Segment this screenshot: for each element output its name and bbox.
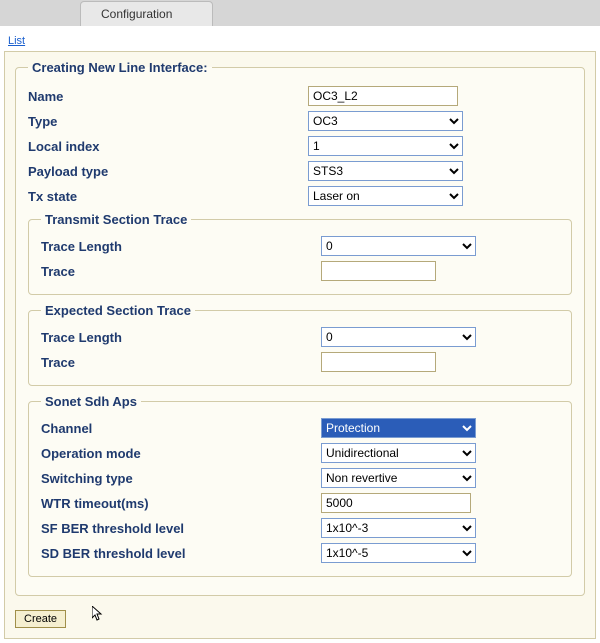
sf-ber-label: SF BER threshold level (41, 521, 321, 536)
sonet-sdh-aps-legend: Sonet Sdh Aps (41, 394, 141, 409)
local-index-select[interactable]: 1 (308, 136, 463, 156)
switching-type-label: Switching type (41, 471, 321, 486)
expected-section-trace-legend: Expected Section Trace (41, 303, 195, 318)
new-line-interface-group: Creating New Line Interface: Name Type O… (15, 60, 585, 596)
exp-trace-length-select[interactable]: 0 (321, 327, 476, 347)
new-line-interface-legend: Creating New Line Interface: (28, 60, 212, 75)
header-bar: Configuration (0, 0, 600, 26)
exp-trace-label: Trace (41, 355, 321, 370)
expected-section-trace-group: Expected Section Trace Trace Length 0 Tr… (28, 303, 572, 386)
name-input[interactable] (308, 86, 458, 106)
tx-state-select[interactable]: Laser on (308, 186, 463, 206)
tx-trace-label: Trace (41, 264, 321, 279)
operation-mode-label: Operation mode (41, 446, 321, 461)
channel-select[interactable]: Protection (321, 418, 476, 438)
tx-trace-length-label: Trace Length (41, 239, 321, 254)
sd-ber-label: SD BER threshold level (41, 546, 321, 561)
tx-trace-input[interactable] (321, 261, 436, 281)
create-button[interactable]: Create (15, 610, 66, 628)
tab-configuration[interactable]: Configuration (80, 1, 213, 26)
switching-type-select[interactable]: Non revertive (321, 468, 476, 488)
wtr-timeout-label: WTR timeout(ms) (41, 496, 321, 511)
exp-trace-length-label: Trace Length (41, 330, 321, 345)
name-label: Name (28, 89, 308, 104)
sd-ber-select[interactable]: 1x10^-5 (321, 543, 476, 563)
transmit-section-trace-legend: Transmit Section Trace (41, 212, 191, 227)
operation-mode-select[interactable]: Unidirectional (321, 443, 476, 463)
main-panel: Creating New Line Interface: Name Type O… (4, 51, 596, 639)
transmit-section-trace-group: Transmit Section Trace Trace Length 0 Tr… (28, 212, 572, 295)
tx-trace-length-select[interactable]: 0 (321, 236, 476, 256)
wtr-timeout-input[interactable] (321, 493, 471, 513)
payload-type-label: Payload type (28, 164, 308, 179)
list-link[interactable]: List (8, 35, 25, 47)
cursor-icon (92, 606, 104, 622)
sf-ber-select[interactable]: 1x10^-3 (321, 518, 476, 538)
local-index-label: Local index (28, 139, 308, 154)
type-label: Type (28, 114, 308, 129)
sonet-sdh-aps-group: Sonet Sdh Aps Channel Protection Operati… (28, 394, 572, 577)
exp-trace-input[interactable] (321, 352, 436, 372)
link-bar: List (0, 26, 600, 51)
type-select[interactable]: OC3 (308, 111, 463, 131)
channel-label: Channel (41, 421, 321, 436)
tx-state-label: Tx state (28, 189, 308, 204)
payload-type-select[interactable]: STS3 (308, 161, 463, 181)
